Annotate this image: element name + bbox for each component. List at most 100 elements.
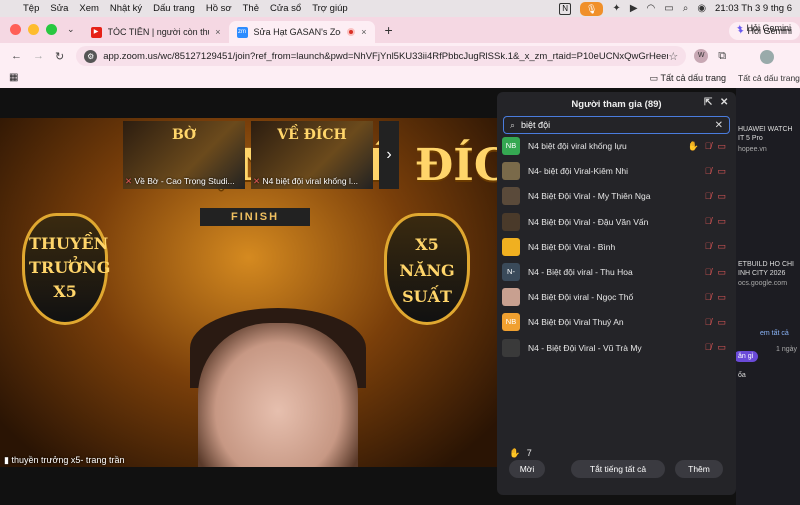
snippet: ETBUILD HO CHI xyxy=(738,261,795,268)
back-icon[interactable]: ← xyxy=(11,50,22,62)
menu-history[interactable]: Nhật ký xyxy=(110,3,142,14)
play-icon[interactable]: ▶ xyxy=(630,3,638,14)
bookmark-star-icon[interactable]: ☆ xyxy=(668,50,678,63)
participant-status-icons: 🎙̸ ▭ xyxy=(705,216,726,227)
microphone-in-use-icon[interactable]: 🎙 xyxy=(579,1,604,16)
participant-row[interactable]: N4- biệt đội Viral-Kiêm Nhi 🎙̸ ▭ xyxy=(502,162,732,181)
extensions-icon[interactable]: ⧉ xyxy=(718,50,726,63)
invite-button[interactable]: Mời xyxy=(509,460,545,478)
participant-search-input[interactable] xyxy=(521,120,709,130)
participant-row[interactable]: N- N4 - Biệt đội viral - Thu Hoa 🎙̸ ▭ xyxy=(502,263,732,281)
muted-mic-icon: 🎙̸ xyxy=(704,316,712,327)
wifi-icon[interactable]: ◠ xyxy=(647,3,656,14)
muted-mic-icon: ✕ xyxy=(125,176,133,186)
siri-icon[interactable]: ◉ xyxy=(697,3,706,14)
tab-zoom[interactable]: zm Sửa Hạt GASAN's Zoom M... × xyxy=(228,21,375,43)
menu-clock[interactable]: 21:03 Th 3 9 thg 6 xyxy=(715,3,792,14)
participant-row[interactable]: N4 Biệt Đội Viral - My Thiên Nga 🎙̸ ▭ xyxy=(502,187,732,206)
forward-icon[interactable]: → xyxy=(33,50,44,62)
ask-gemini-button-2[interactable]: ✦ Hỏi Gemini xyxy=(736,23,791,34)
clear-search-icon[interactable]: ✕ xyxy=(715,120,723,131)
avatar xyxy=(502,212,520,231)
left-shield-text: THUYỀN TRƯỞNG X5 xyxy=(29,234,111,301)
participants-header: Người tham gia (89) ⇱ ✕ xyxy=(497,92,736,116)
extension-avatar[interactable]: W xyxy=(694,49,709,63)
video-caption: ✕ N4 biệt đội viral khống l... xyxy=(253,176,371,187)
participant-row[interactable]: NB N4 biệt đội viral khống lựu ✋ 🎙̸ ▭ xyxy=(502,137,732,155)
muted-mic-icon: 🎙̸ xyxy=(704,291,712,302)
control-center-icon[interactable]: ▭ xyxy=(664,3,673,14)
browser-toolbar: ← → ↻ ⚙ app.zoom.us/wc/85127129451/join?… xyxy=(0,43,736,69)
new-tab-button[interactable]: + xyxy=(385,22,393,38)
minimize-window-button[interactable] xyxy=(28,24,39,35)
search-icon: ⌕ xyxy=(510,119,516,130)
video-strip: BỜ ✕ Về Bờ - Cao Trọng Studi... VỀ ĐÍCH … xyxy=(123,121,399,189)
menu-window[interactable]: Cửa sổ xyxy=(270,3,301,14)
ask-gemini-label: Hỏi Gemini xyxy=(746,23,792,33)
muted-mic-icon: 🎙̸ xyxy=(704,241,712,252)
notion-icon[interactable]: N xyxy=(559,2,571,15)
muted-mic-icon: 🎙̸ xyxy=(704,165,712,176)
participant-video xyxy=(198,323,358,467)
close-tab-icon[interactable]: × xyxy=(215,27,220,37)
background-bookmarks-label: Tất cả dấu trang xyxy=(738,73,800,83)
right-shield-text: X5 NĂNG SUẤT xyxy=(399,235,455,306)
window-controls xyxy=(10,24,57,35)
avatar[interactable] xyxy=(760,50,774,64)
tab-youtube[interactable]: ▶ TÓC TIÊN | người còn thương... × xyxy=(83,21,229,43)
close-window-button[interactable] xyxy=(10,24,21,35)
muted-mic-icon: 🎙̸ xyxy=(704,266,712,277)
video-thumbnail[interactable]: BỜ ✕ Về Bờ - Cao Trọng Studi... xyxy=(123,121,245,189)
menu-profiles[interactable]: Hồ sơ xyxy=(206,3,232,14)
spotlight-icon[interactable]: ⌕ xyxy=(683,3,689,14)
menu-view[interactable]: Xem xyxy=(79,3,99,14)
participant-name: N4 - Biệt đội viral - Thu Hoa xyxy=(528,267,633,277)
snippet[interactable]: em tất cả xyxy=(760,329,789,338)
camera-off-icon: ▭ xyxy=(717,140,726,151)
video-thumbnail[interactable]: VỀ ĐÍCH ✕ N4 biệt đội viral khống l... xyxy=(251,121,373,189)
snippet: ổa xyxy=(738,372,746,379)
camera-off-icon: ▭ xyxy=(717,316,726,327)
menu-file[interactable]: Tệp xyxy=(23,3,39,14)
avatar: N- xyxy=(502,263,520,281)
avatar xyxy=(502,237,520,256)
more-button[interactable]: Thêm xyxy=(675,460,723,478)
all-bookmarks-label: Tất cả dấu trang xyxy=(660,73,726,83)
menu-bookmarks[interactable]: Dấu trang xyxy=(153,3,195,14)
close-icon[interactable]: ✕ xyxy=(720,97,728,108)
camera-off-icon: ▭ xyxy=(717,241,726,252)
participant-row[interactable]: N4 Biệt Đội Viral - Bình 🎙̸ ▭ xyxy=(502,237,732,256)
left-shield: THUYỀN TRƯỞNG X5 xyxy=(22,213,111,325)
url-text[interactable]: app.zoom.us/wc/85127129451/join?ref_from… xyxy=(103,51,668,62)
participant-row[interactable]: N4 - Biệt Đội Viral - Vũ Trà My 🎙̸ ▭ xyxy=(502,338,732,357)
sparkle-icon[interactable]: ✦ xyxy=(612,3,620,14)
menu-tab[interactable]: Thẻ xyxy=(243,3,259,14)
menu-help[interactable]: Trợ giúp xyxy=(312,3,347,14)
tab-search-icon[interactable]: ⌄ xyxy=(67,24,75,35)
zoom-window-button[interactable] xyxy=(46,24,57,35)
all-bookmarks-button[interactable]: ▭ Tất cả dấu trang xyxy=(650,73,726,84)
camera-off-icon: ▭ xyxy=(717,165,726,176)
menu-edit[interactable]: Sửa xyxy=(50,3,68,14)
snippet: HUAWEI WATCH xyxy=(738,126,793,133)
site-info-icon[interactable]: ⚙ xyxy=(84,49,98,63)
participant-row[interactable]: N4 Biệt Đội viral - Ngọc Thố 🎙̸ ▭ xyxy=(502,288,732,307)
finish-banner: FINISH xyxy=(200,208,310,226)
zoom-icon: zm xyxy=(236,26,248,38)
muted-mic-icon: ✕ xyxy=(253,176,261,186)
reload-icon[interactable]: ↻ xyxy=(55,50,64,63)
snippet[interactable]: ăn gì xyxy=(734,351,758,362)
participant-name: N4 Biệt Đội Viral - My Thiên Nga xyxy=(528,191,651,202)
participant-row[interactable]: NB N4 Biệt Đội Viral Thuý An 🎙̸ ▭ xyxy=(502,313,732,332)
participant-row[interactable]: N4 Biệt Đội Viral - Đậu Văn Vấn 🎙̸ ▭ xyxy=(502,212,732,231)
mute-all-button[interactable]: Tắt tiếng tất cả xyxy=(571,460,665,478)
raised-hand-icon: ✋ xyxy=(509,448,521,458)
address-bar[interactable]: ⚙ app.zoom.us/wc/85127129451/join?ref_fr… xyxy=(76,46,687,66)
popout-icon[interactable]: ⇱ xyxy=(704,97,712,108)
close-tab-icon[interactable]: × xyxy=(361,27,366,37)
apps-grid-icon[interactable]: ▦ xyxy=(9,72,18,83)
next-videos-button[interactable]: › xyxy=(379,121,399,189)
tab-title: Sửa Hạt GASAN's Zoom M... xyxy=(253,27,342,37)
camera-off-icon: ▭ xyxy=(717,291,726,302)
youtube-icon: ▶ xyxy=(90,26,102,38)
